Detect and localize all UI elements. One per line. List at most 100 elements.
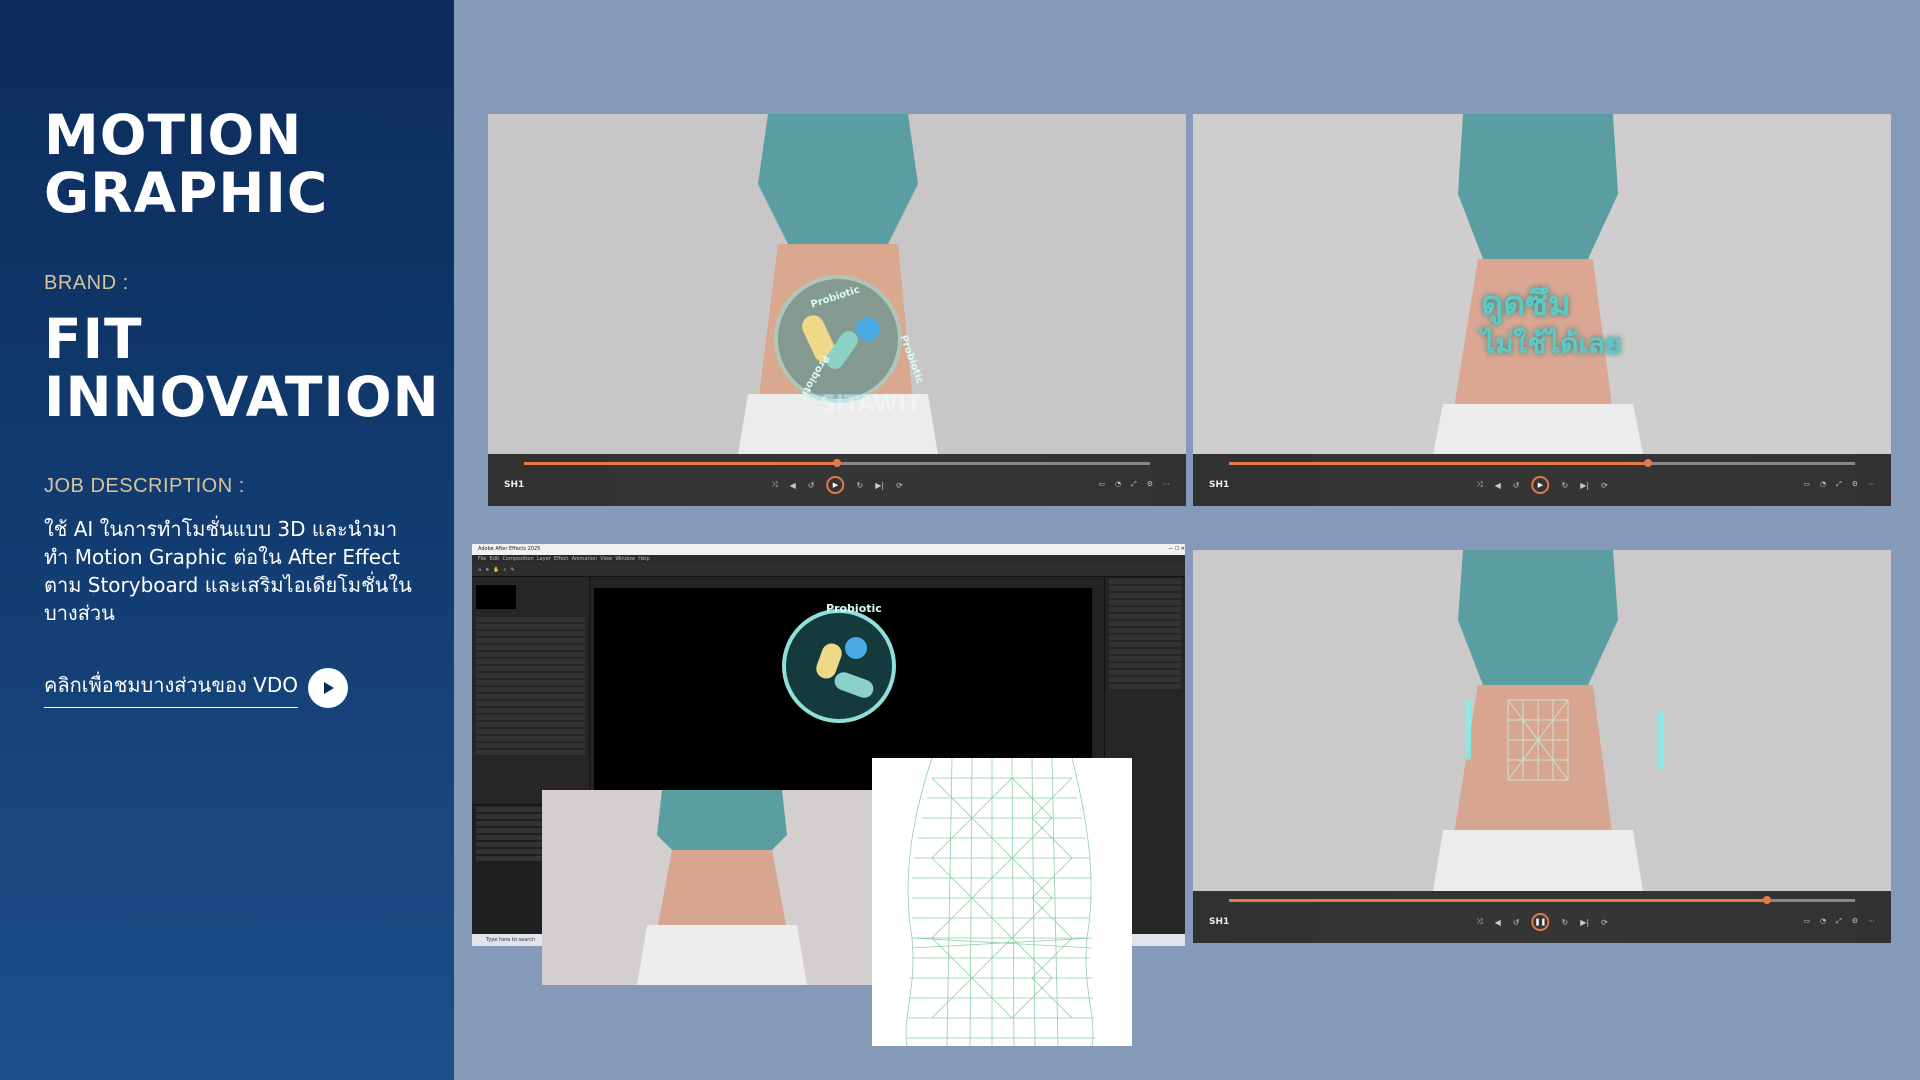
seek-fill <box>524 462 837 465</box>
player-options: ▭ ◔ ⤢ ⚙ ⋯ <box>1803 917 1875 926</box>
playback-controls: ⤨ ◀ ↺ ▶ ↻ ▶| ⟳ <box>771 476 903 494</box>
rewind-icon[interactable]: ↺ <box>1513 918 1520 927</box>
brand-line-1: FIT <box>44 307 143 371</box>
repeat-icon[interactable]: ⟳ <box>896 481 903 490</box>
torso-wireframe <box>905 758 1095 1046</box>
hand-tool-icon[interactable]: ✋ <box>493 567 499 573</box>
video-frame-mesh: SH1 ⤨ ◀ ↺ ❚❚ ↻ ▶| ⟳ ▭ ◔ ⤢ ⚙ ⋯ <box>1193 550 1891 943</box>
watch-vdo-label[interactable]: คลิกเพื่อชมบางส่วนของ VDO <box>44 669 298 708</box>
menu-window[interactable]: Window <box>615 556 635 562</box>
fullscreen-icon[interactable]: ⤢ <box>1836 917 1842 926</box>
settings-icon[interactable]: ⚙ <box>1852 917 1858 926</box>
window-controls[interactable]: — ☐ ✕ <box>1168 544 1185 555</box>
select-tool-icon[interactable]: ➤ <box>485 567 489 573</box>
repeat-icon[interactable]: ⟳ <box>1601 918 1608 927</box>
ae-toolbar: ⌂ ➤ ✋ ⌕ ✎ <box>472 563 1185 577</box>
overlay-line-1: ดูดซึม <box>1481 284 1571 324</box>
miniplayer-icon[interactable]: ▭ <box>1803 917 1810 926</box>
shuffle-icon[interactable]: ⤨ <box>1476 480 1482 490</box>
overlay-title: ดูดซึม ไม่ใช้ได้เลย <box>1481 284 1622 364</box>
play-button[interactable]: ▶ <box>1531 476 1550 494</box>
fullscreen-icon[interactable]: ⤢ <box>1836 480 1842 489</box>
watch-vdo-link[interactable]: คลิกเพื่อชมบางส่วนของ VDO <box>44 668 348 708</box>
home-icon[interactable]: ⌂ <box>478 567 481 573</box>
player-options: ▭ ◔ ⤢ ⚙ ⋯ <box>1098 480 1170 489</box>
forward-icon[interactable]: ↻ <box>857 481 864 490</box>
pen-tool-icon[interactable]: ✎ <box>510 567 514 573</box>
previous-icon[interactable]: ◀ <box>790 481 796 490</box>
seek-knob[interactable] <box>1644 459 1653 467</box>
ae-window-title: Adobe After Effects 2025 <box>478 546 541 552</box>
previous-icon[interactable]: ◀ <box>1495 481 1501 490</box>
brand-name: FIT INNOVATION <box>44 310 440 426</box>
watermark: SITAWIT <box>820 392 921 417</box>
job-description-label: JOB DESCRIPTION : <box>44 475 245 497</box>
menu-composition[interactable]: Composition <box>502 556 533 562</box>
next-icon[interactable]: ▶| <box>875 481 884 490</box>
seek-fill <box>1229 899 1768 902</box>
shuffle-icon[interactable]: ⤨ <box>1476 917 1482 927</box>
more-icon[interactable]: ⋯ <box>1163 480 1170 489</box>
comp-emblem-label: Probiotic <box>826 602 882 615</box>
title-line-2: GRAPHIC <box>44 161 329 225</box>
cast-icon[interactable]: ◔ <box>1820 917 1826 926</box>
seek-knob[interactable] <box>1763 896 1772 904</box>
menu-file[interactable]: File <box>478 556 486 562</box>
video-player-bar: SH1 ⤨ ◀ ↺ ▶ ↻ ▶| ⟳ ▭ ◔ ⤢ ⚙ ⋯ <box>488 454 1186 506</box>
brand-label: BRAND : <box>44 272 129 294</box>
wireframe-mesh <box>872 758 1132 1046</box>
next-icon[interactable]: ▶| <box>1580 481 1589 490</box>
seek-knob[interactable] <box>833 459 841 467</box>
seek-bar[interactable] <box>1229 896 1855 904</box>
sidebar: MOTION GRAPHIC BRAND : FIT INNOVATION JO… <box>0 0 454 1080</box>
rewind-icon[interactable]: ↺ <box>808 481 815 490</box>
ae-project-panel <box>472 577 590 807</box>
page-title: MOTION GRAPHIC <box>44 106 328 222</box>
playback-controls: ⤨ ◀ ↺ ❚❚ ↻ ▶| ⟳ <box>1476 913 1608 931</box>
video-frame-probiotic: Probiotic Probiotic Probiotic SITAWIT SH… <box>488 114 1186 506</box>
torso-photo <box>542 790 890 985</box>
menu-animation[interactable]: Animation <box>572 556 598 562</box>
torso-scene <box>1193 550 1891 891</box>
overlay-line-2: ไม่ใช้ได้เลย <box>1481 327 1622 360</box>
seek-bar[interactable] <box>524 459 1150 467</box>
seek-bar[interactable] <box>1229 459 1855 467</box>
rewind-icon[interactable]: ↺ <box>1513 481 1520 490</box>
next-icon[interactable]: ▶| <box>1580 918 1589 927</box>
shuffle-icon[interactable]: ⤨ <box>771 480 777 490</box>
fullscreen-icon[interactable]: ⤢ <box>1131 480 1137 489</box>
miniplayer-icon[interactable]: ▭ <box>1803 480 1810 489</box>
play-circle-icon[interactable] <box>307 668 348 708</box>
more-icon[interactable]: ⋯ <box>1868 917 1875 926</box>
playback-controls: ⤨ ◀ ↺ ▶ ↻ ▶| ⟳ <box>1476 476 1608 494</box>
settings-icon[interactable]: ⚙ <box>1852 480 1858 489</box>
repeat-icon[interactable]: ⟳ <box>1601 481 1608 490</box>
project-thumbnail <box>476 585 516 609</box>
menu-view[interactable]: View <box>600 556 612 562</box>
video-player-bar: SH1 ⤨ ◀ ↺ ▶ ↻ ▶| ⟳ ▭ ◔ ⤢ ⚙ ⋯ <box>1193 454 1891 506</box>
forward-icon[interactable]: ↻ <box>1562 481 1569 490</box>
menu-help[interactable]: Help <box>638 556 649 562</box>
cast-icon[interactable]: ◔ <box>1820 480 1826 489</box>
brand-line-2: INNOVATION <box>44 365 440 429</box>
video-frame-text-overlay: ดูดซึม ไม่ใช้ได้เลย SH1 ⤨ ◀ ↺ ▶ ↻ ▶| ⟳ ▭… <box>1193 114 1891 506</box>
title-line-1: MOTION <box>44 103 303 167</box>
previous-icon[interactable]: ◀ <box>1495 918 1501 927</box>
menu-effect[interactable]: Effect <box>554 556 568 562</box>
clip-name: SH1 <box>1209 480 1230 490</box>
miniplayer-icon[interactable]: ▭ <box>1098 480 1105 489</box>
menu-edit[interactable]: Edit <box>490 556 500 562</box>
cast-icon[interactable]: ◔ <box>1115 480 1121 489</box>
pause-button[interactable]: ❚❚ <box>1531 913 1550 931</box>
more-icon[interactable]: ⋯ <box>1868 480 1875 489</box>
settings-icon[interactable]: ⚙ <box>1147 480 1153 489</box>
player-options: ▭ ◔ ⤢ ⚙ ⋯ <box>1803 480 1875 489</box>
seek-fill <box>1229 462 1649 465</box>
menu-layer[interactable]: Layer <box>537 556 551 562</box>
ae-menu-bar: File Edit Composition Layer Effect Anima… <box>472 555 1185 563</box>
play-button[interactable]: ▶ <box>826 476 845 494</box>
clip-name: SH1 <box>504 480 525 490</box>
taskbar-search[interactable]: Type here to search <box>486 937 535 943</box>
forward-icon[interactable]: ↻ <box>1562 918 1569 927</box>
zoom-tool-icon[interactable]: ⌕ <box>504 567 507 573</box>
